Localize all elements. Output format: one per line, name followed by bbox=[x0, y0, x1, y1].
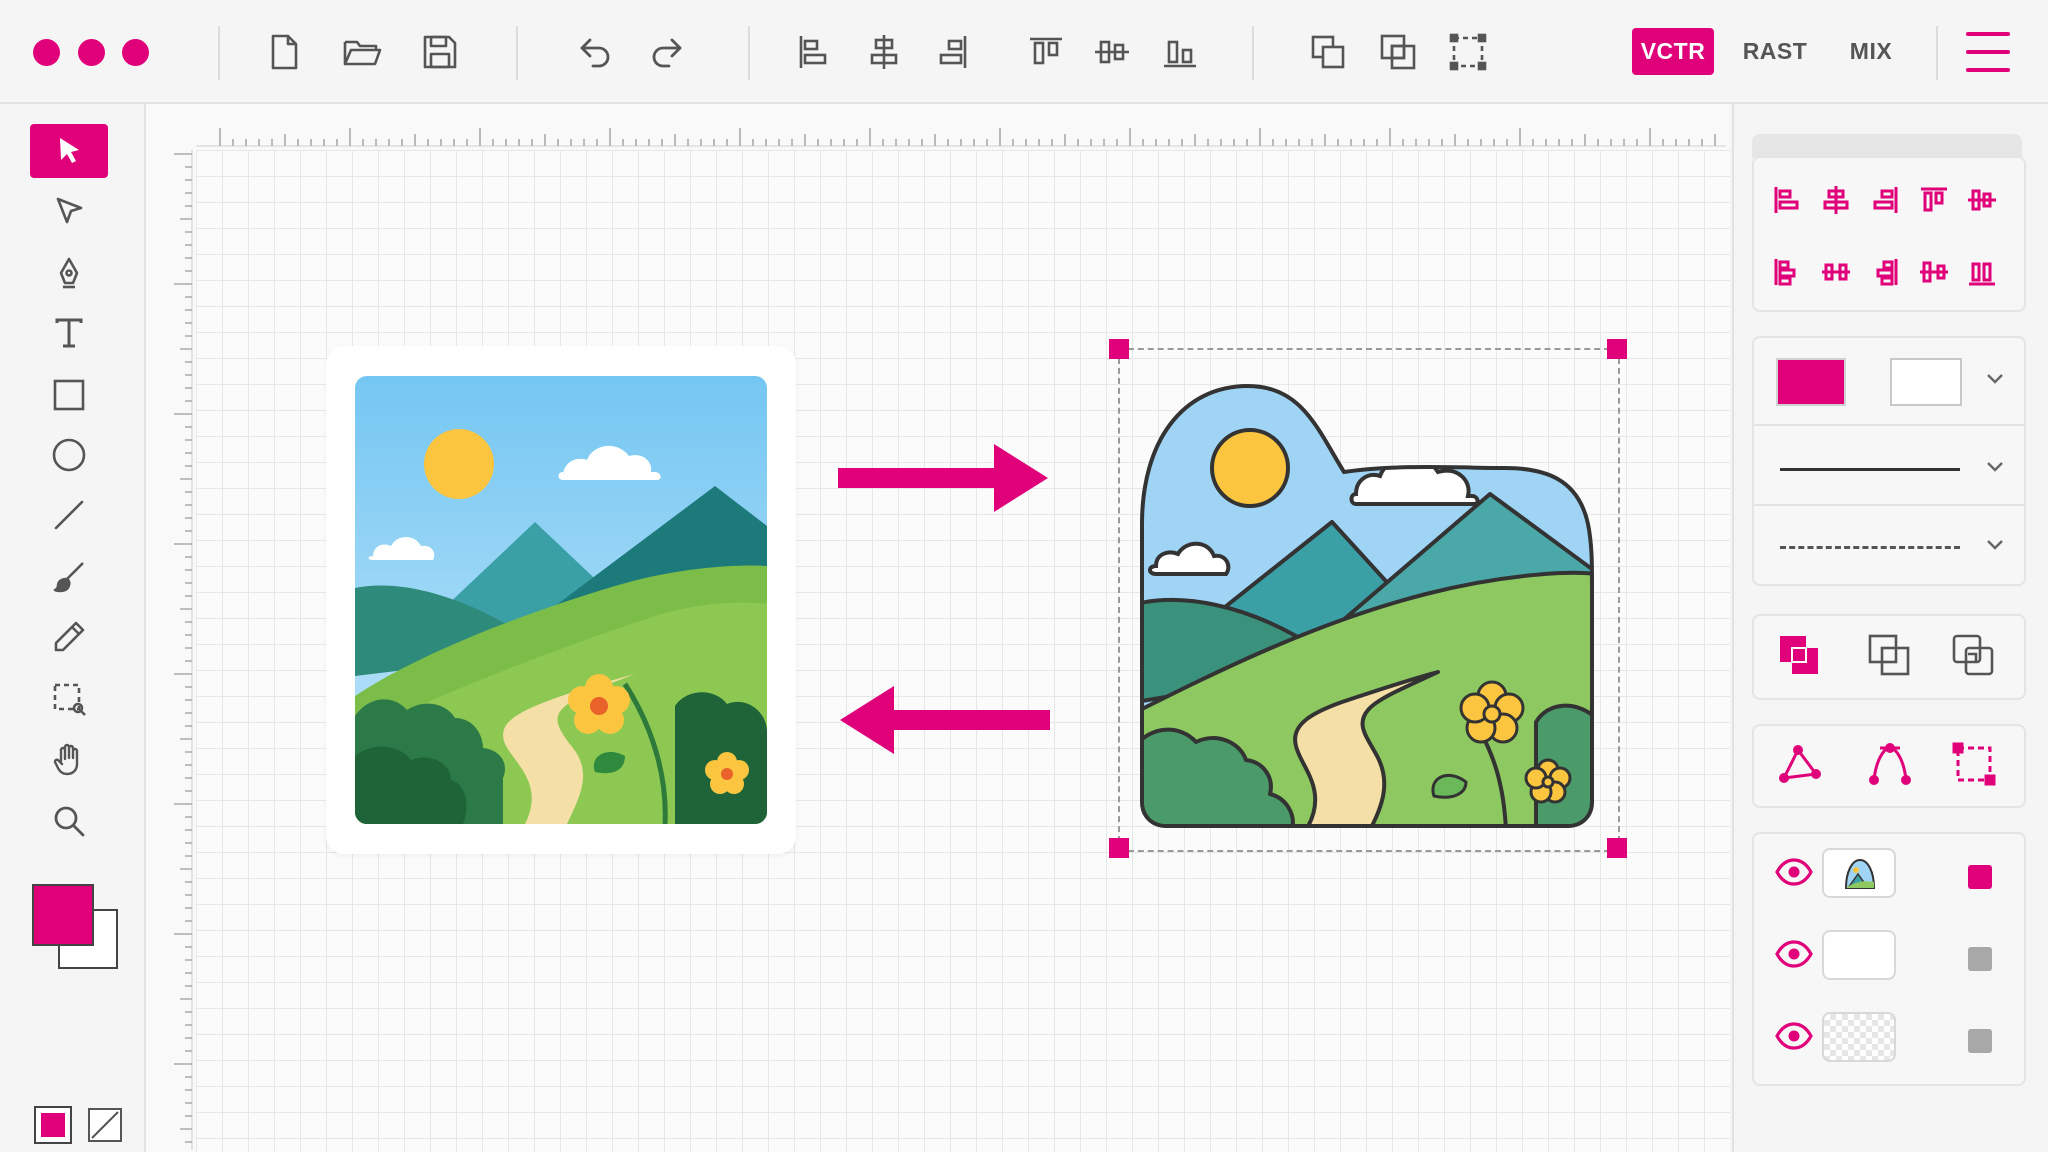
layer-lock-indicator[interactable] bbox=[1968, 947, 1992, 971]
crop-frame-icon[interactable] bbox=[1446, 30, 1490, 74]
group-icon[interactable] bbox=[1376, 30, 1420, 74]
save-icon[interactable] bbox=[418, 30, 462, 74]
layer-thumbnail[interactable] bbox=[1822, 930, 1896, 980]
chevron-down-icon[interactable] bbox=[1982, 366, 2008, 392]
redo-icon[interactable] bbox=[644, 30, 688, 74]
align-right-icon[interactable] bbox=[930, 30, 974, 74]
stroke-solid-line[interactable] bbox=[1780, 468, 1960, 471]
align-top-icon[interactable] bbox=[1914, 180, 1954, 220]
panel-divider bbox=[1754, 504, 2024, 506]
distribute-bottom-icon[interactable] bbox=[1962, 252, 2002, 292]
ellipse-tool-icon[interactable] bbox=[30, 428, 108, 482]
mode-raster-button[interactable]: RAST bbox=[1734, 28, 1816, 75]
no-fill-icon[interactable] bbox=[88, 1108, 122, 1142]
align-right-icon[interactable] bbox=[1864, 180, 1904, 220]
union-icon[interactable] bbox=[1776, 632, 1824, 680]
align-center-h-icon[interactable] bbox=[862, 30, 906, 74]
toolbar-divider bbox=[516, 26, 518, 80]
layer-row[interactable] bbox=[1754, 1002, 2024, 1072]
distribute-middle-v-icon[interactable] bbox=[1914, 252, 1954, 292]
rectangle-tool-icon[interactable] bbox=[30, 368, 108, 422]
direct-select-icon[interactable] bbox=[30, 184, 108, 238]
default-colors-icon[interactable] bbox=[34, 1106, 72, 1144]
brush-tool-icon[interactable] bbox=[30, 550, 108, 604]
pen-tool-icon[interactable] bbox=[30, 246, 108, 300]
mode-mix-button[interactable]: MIX bbox=[1832, 28, 1910, 75]
align-left-icon[interactable] bbox=[1768, 180, 1808, 220]
select-arrow-icon[interactable] bbox=[30, 124, 108, 178]
align-middle-v-icon[interactable] bbox=[1962, 180, 2002, 220]
window-minimize-button[interactable] bbox=[78, 39, 105, 66]
distribute-left-icon[interactable] bbox=[1768, 252, 1808, 292]
toolbar-divider bbox=[1252, 26, 1254, 80]
intersect-icon[interactable] bbox=[1866, 632, 1914, 680]
align-panel bbox=[1752, 156, 2026, 312]
align-bottom-icon[interactable] bbox=[1158, 30, 1202, 74]
eye-visibility-icon[interactable] bbox=[1774, 1016, 1814, 1056]
raster-landscape-image[interactable] bbox=[355, 376, 767, 824]
boolean-ops-panel bbox=[1752, 614, 2026, 700]
curve-icon[interactable] bbox=[1866, 740, 1914, 788]
panel-divider bbox=[1754, 424, 2024, 426]
layer-row[interactable] bbox=[1754, 838, 2024, 908]
chevron-down-icon[interactable] bbox=[1982, 454, 2008, 480]
path-ops-panel bbox=[1752, 724, 2026, 808]
exclude-icon[interactable] bbox=[1950, 632, 1998, 680]
eye-visibility-icon[interactable] bbox=[1774, 934, 1814, 974]
pencil-tool-icon[interactable] bbox=[30, 610, 108, 664]
ruler-horizontal bbox=[196, 128, 1726, 147]
top-toolbar: VCTR RAST MIX bbox=[0, 0, 2048, 104]
eye-visibility-icon[interactable] bbox=[1774, 852, 1814, 892]
anchor-point-icon[interactable] bbox=[1776, 740, 1824, 788]
window-close-button[interactable] bbox=[33, 39, 60, 66]
selection-handle[interactable] bbox=[1607, 838, 1627, 858]
tools-sidebar bbox=[0, 104, 146, 1152]
arrow-right-icon bbox=[838, 444, 1048, 512]
toolbar-divider bbox=[748, 26, 750, 80]
text-tool-icon[interactable] bbox=[30, 306, 108, 360]
selection-bounding-box bbox=[1118, 348, 1620, 852]
layer-thumbnail[interactable] bbox=[1822, 1012, 1896, 1062]
open-folder-icon[interactable] bbox=[340, 30, 384, 74]
align-center-h-icon[interactable] bbox=[1816, 180, 1856, 220]
align-top-icon[interactable] bbox=[1024, 30, 1068, 74]
panel-header-bar bbox=[1752, 134, 2022, 158]
selection-handle[interactable] bbox=[1109, 838, 1129, 858]
fill-stroke-panel bbox=[1752, 336, 2026, 586]
fill-swatch[interactable] bbox=[1776, 358, 1846, 406]
zoom-icon[interactable] bbox=[30, 794, 108, 848]
align-left-icon[interactable] bbox=[792, 30, 836, 74]
marquee-select-icon[interactable] bbox=[30, 672, 108, 726]
align-middle-v-icon[interactable] bbox=[1090, 30, 1134, 74]
layer-thumbnail[interactable] bbox=[1822, 848, 1896, 898]
window-maximize-button[interactable] bbox=[122, 39, 149, 66]
chevron-down-icon[interactable] bbox=[1982, 532, 2008, 558]
hamburger-menu-icon[interactable] bbox=[1966, 30, 2012, 74]
new-file-icon[interactable] bbox=[262, 30, 306, 74]
selection-handle[interactable] bbox=[1109, 339, 1129, 359]
undo-icon[interactable] bbox=[574, 30, 618, 74]
toolbar-divider bbox=[218, 26, 220, 80]
layers-panel bbox=[1752, 832, 2026, 1086]
distribute-center-h-icon[interactable] bbox=[1816, 252, 1856, 292]
transform-box-icon[interactable] bbox=[1950, 740, 1998, 788]
app-window: VCTR RAST MIX bbox=[0, 0, 2048, 1152]
stroke-swatch[interactable] bbox=[1890, 358, 1962, 406]
ruler-vertical bbox=[174, 150, 193, 1150]
layer-row[interactable] bbox=[1754, 920, 2024, 990]
toolbar-divider bbox=[1936, 26, 1938, 80]
bring-front-icon[interactable] bbox=[1306, 30, 1350, 74]
layer-lock-indicator[interactable] bbox=[1968, 1029, 1992, 1053]
layer-lock-indicator[interactable] bbox=[1968, 865, 1992, 889]
arrow-left-icon bbox=[840, 686, 1050, 754]
distribute-right-icon[interactable] bbox=[1864, 252, 1904, 292]
hand-pan-icon[interactable] bbox=[30, 732, 108, 786]
line-tool-icon[interactable] bbox=[30, 488, 108, 542]
stroke-dashed-line[interactable] bbox=[1780, 546, 1960, 549]
fill-color-swatch[interactable] bbox=[32, 884, 94, 946]
mode-vector-button[interactable]: VCTR bbox=[1632, 28, 1714, 75]
selection-handle[interactable] bbox=[1607, 339, 1627, 359]
